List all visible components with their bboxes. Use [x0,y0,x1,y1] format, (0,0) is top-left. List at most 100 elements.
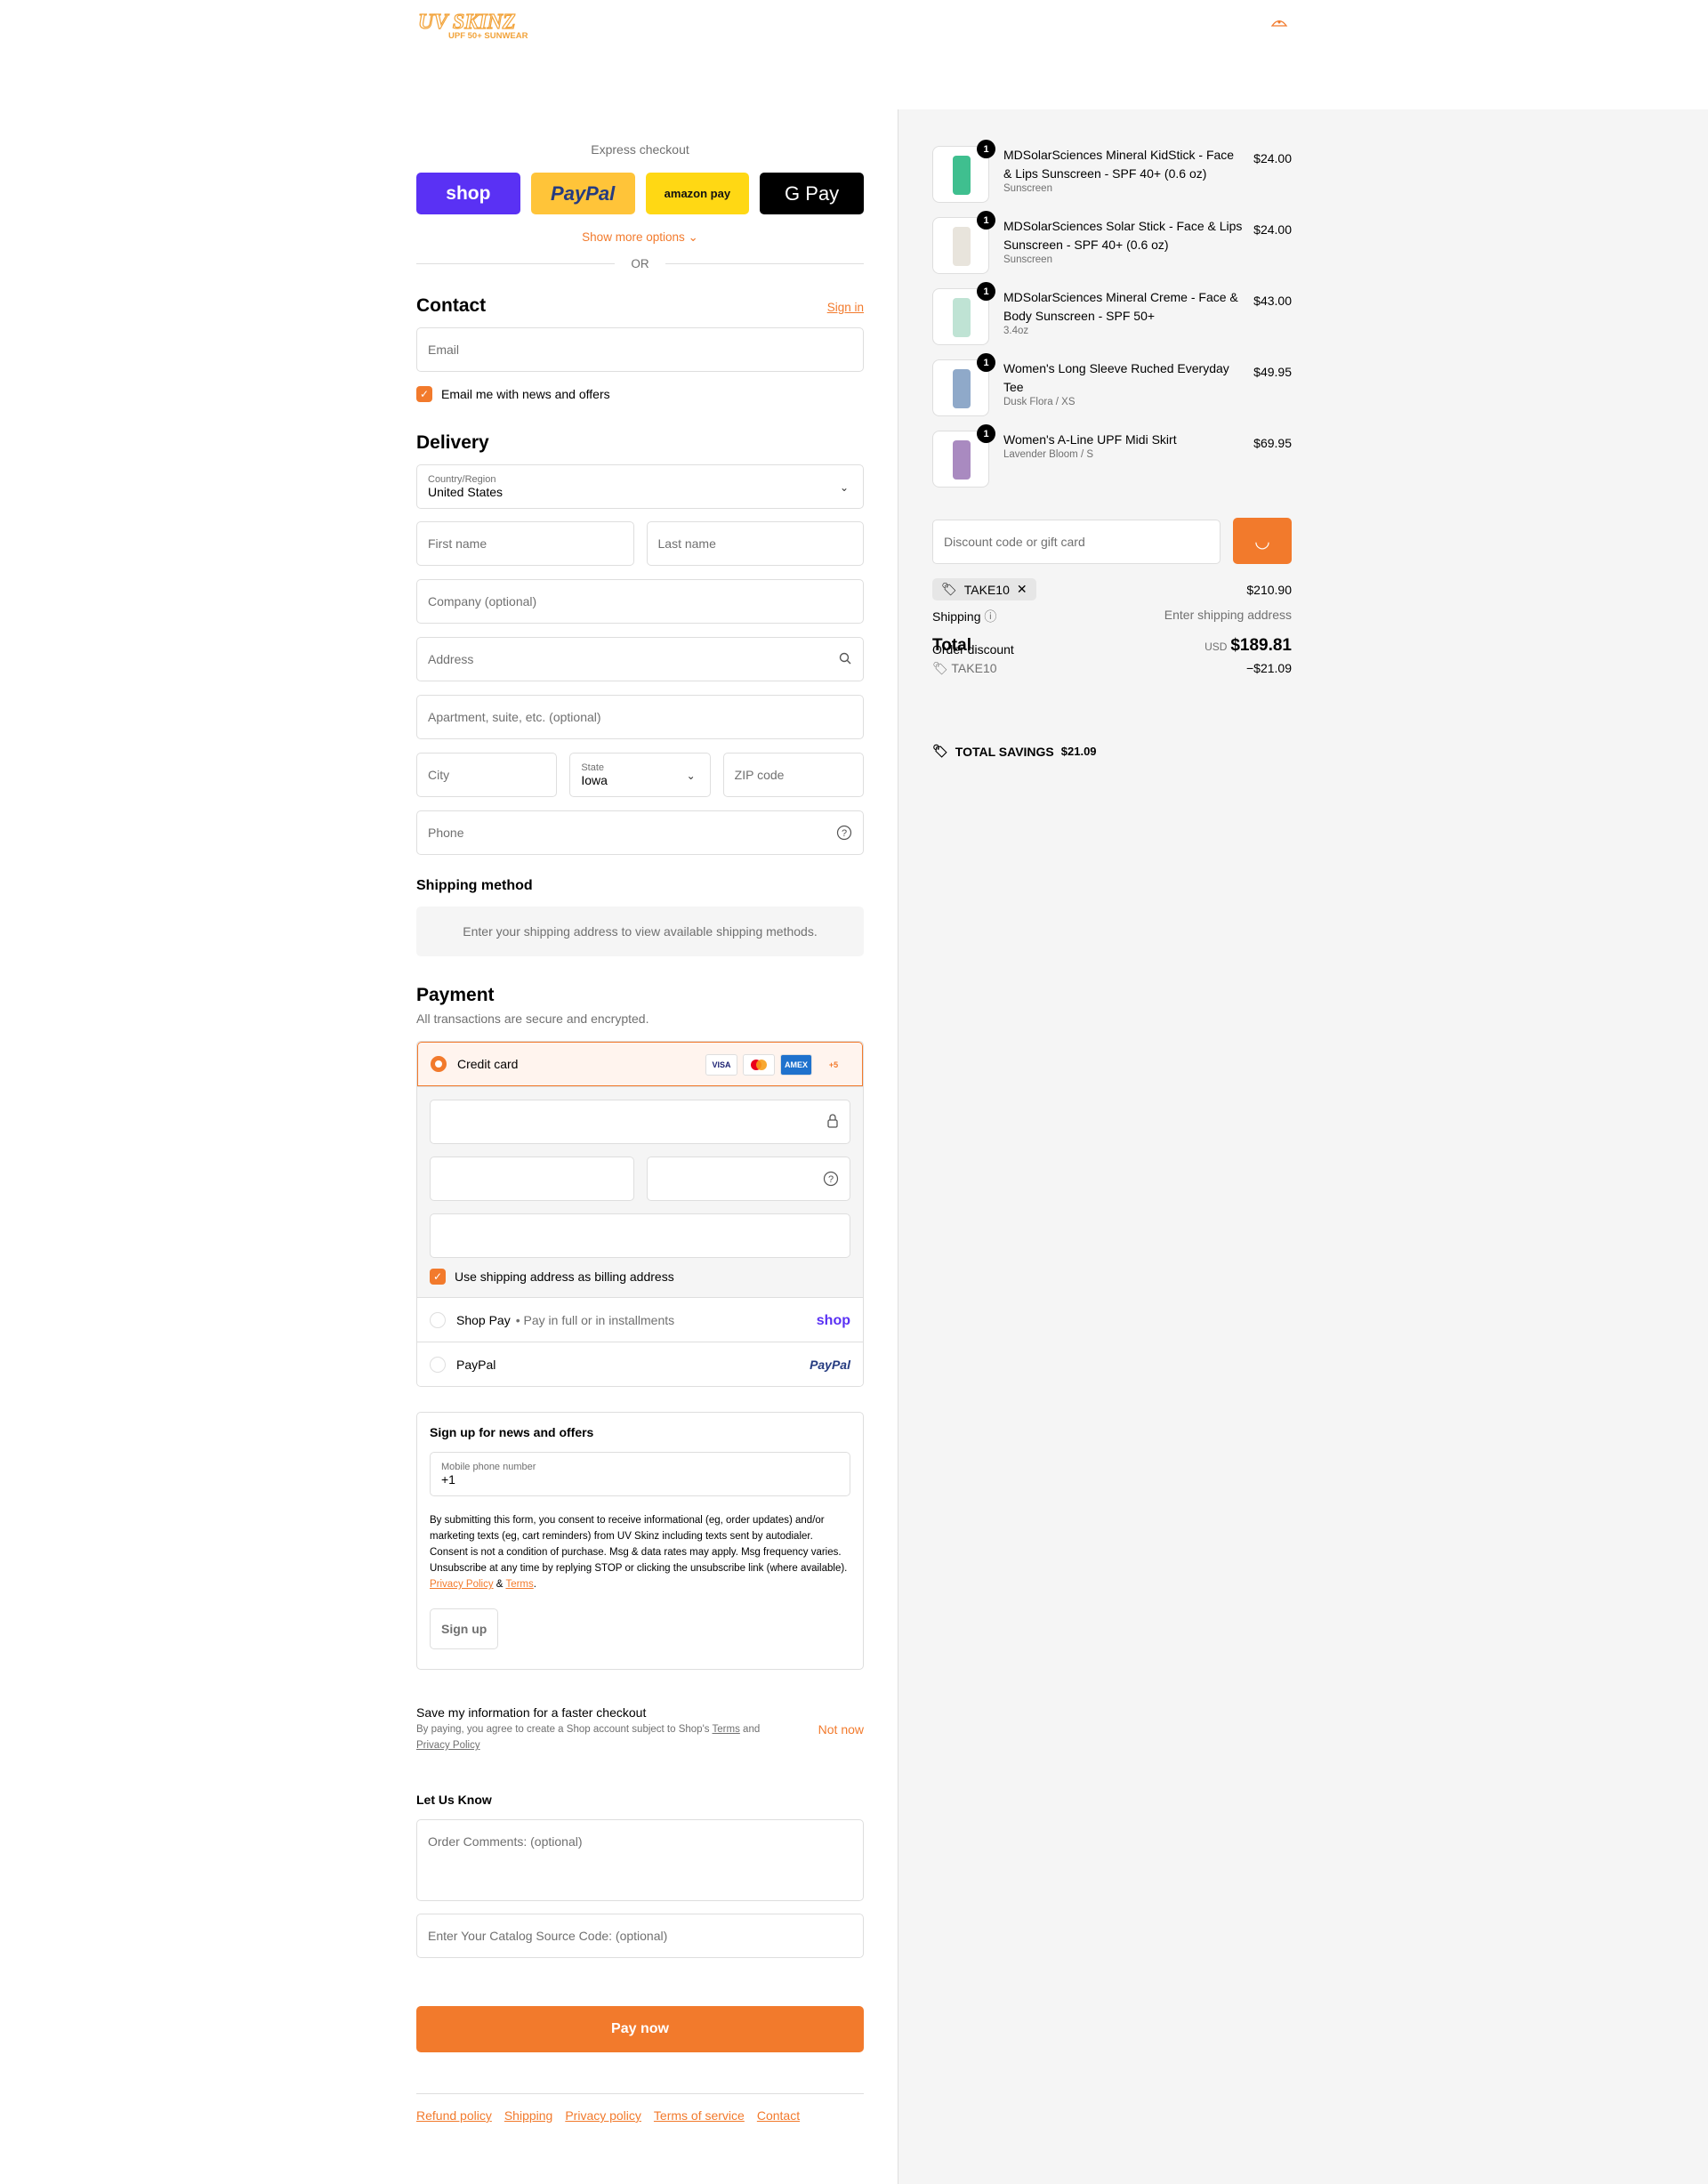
paypal-label: PayPal [456,1357,496,1372]
shipping-method-heading: Shipping method [416,878,533,893]
address-field[interactable]: Address [416,637,864,681]
discount-code-row: 🏷 TAKE10 −$21.09 [932,661,1292,676]
help-icon[interactable]: ? [836,825,852,843]
product-thumbnail: 1 [932,353,995,416]
terms-link[interactable]: Terms [505,1579,533,1590]
catalog-code-field[interactable]: Enter Your Catalog Source Code: (optiona… [416,1914,864,1958]
store-logo[interactable]: UV SKINZ UPF 50+ SUNWEAR [416,9,559,41]
newsletter-checkbox[interactable]: ✓ [416,386,432,402]
not-now-button[interactable]: Not now [818,1722,864,1737]
shop-pay-button[interactable]: shop [416,173,520,214]
state-select[interactable]: State Iowa ⌄ [569,753,711,797]
last-name-field[interactable]: Last name [646,521,864,566]
zip-field[interactable]: ZIP code [722,753,864,797]
shop-terms-link[interactable]: Terms [713,1724,740,1735]
zip-placeholder: ZIP code [734,768,785,782]
item-info: Women's A-Line UPF Midi Skirt Lavender Bl… [1003,431,1244,502]
help-icon[interactable]: ⓘ [984,609,996,624]
express-buttons: shop PayPal amazon pay G Pay [416,173,864,214]
name-on-card-field[interactable] [430,1213,850,1258]
show-more-options-link[interactable]: Show more options ⌄ [416,230,864,245]
billing-same-checkbox[interactable]: ✓ [430,1269,446,1285]
billing-same-label: Use shipping address as billing address [455,1269,674,1284]
company-placeholder: Company (optional) [428,594,537,608]
lock-icon [826,1113,839,1132]
save-info-title: Save my information for a faster checkou… [416,1705,647,1720]
sign-in-link[interactable]: Sign in [827,301,864,314]
shop-pay-radio[interactable] [430,1311,446,1328]
subtotal-value: $210.90 [1246,582,1292,597]
credit-card-radio[interactable] [431,1056,447,1072]
item-name: MDSolarSciences Mineral Creme - Face & B… [1003,290,1238,323]
shop-pay-option[interactable]: Shop Pay • Pay in full or in installment… [417,1297,863,1342]
phone-placeholder: Phone [428,826,464,840]
period-text: . [533,1579,536,1590]
item-variant: Lavender Bloom / S [1003,449,1094,460]
country-label: Country/Region [428,474,496,485]
amazon-pay-button[interactable]: amazon pay [645,173,750,214]
sign-up-button[interactable]: Sign up [430,1608,499,1649]
first-name-placeholder: First name [428,536,487,551]
country-value: United States [428,485,504,499]
sms-signup-box: Sign up for news and offers Mobile phone… [416,1412,864,1670]
apply-discount-button[interactable]: ◡ [1233,518,1292,564]
first-name-field[interactable]: First name [416,521,634,566]
sms-fine-print: By submitting this form, you consent to … [430,1515,848,1574]
mobile-phone-field[interactable]: Mobile phone number +1 [430,1452,850,1496]
payment-subtitle: All transactions are secure and encrypte… [416,1011,649,1026]
total-savings-label: TOTAL SAVINGS [955,744,1054,759]
credit-card-form: ? ✓ Use shipping address as billing addr… [417,1086,863,1297]
billing-same-row[interactable]: ✓ Use shipping address as billing addres… [430,1269,850,1285]
cart-item: 1 Women's Long Sleeve Ruched Everyday Tee… [932,353,1292,431]
cart-item: 1 Women's A-Line UPF Midi Skirt Lavender B… [932,424,1292,502]
expiration-field[interactable] [430,1156,634,1201]
newsletter-checkbox-row[interactable]: ✓ Email me with news and offers [416,386,864,402]
privacy-policy-footer-link[interactable]: Privacy policy [565,2108,641,2123]
cart-items: 1 MDSolarSciences Mineral KidStick - Face… [932,140,1292,502]
refund-policy-link[interactable]: Refund policy [416,2108,492,2123]
phone-field[interactable]: Phone ? [416,810,864,855]
item-price: $69.95 [1253,436,1292,450]
item-name: Women's A-Line UPF Midi Skirt [1003,432,1177,447]
google-pay-button[interactable]: G Pay [760,173,864,214]
paypal-option[interactable]: PayPal PayPal [417,1342,863,1386]
paypal-radio[interactable] [430,1356,446,1373]
apartment-field[interactable]: Apartment, suite, etc. (optional) [416,695,864,739]
product-thumbnail: 1 [932,211,995,274]
shop-privacy-link[interactable]: Privacy Policy [416,1740,480,1751]
save-info-sub-prefix: By paying, you agree to create a Shop ac… [416,1724,710,1735]
express-checkout-title: Express checkout [591,142,689,157]
close-icon[interactable]: ✕ [1017,582,1027,597]
svg-text:?: ? [828,1174,834,1185]
contact-heading: Contact [416,295,487,316]
city-field[interactable]: City [416,753,558,797]
security-code-field[interactable]: ? [646,1156,850,1201]
discount-code-field[interactable]: Discount code or gift card [932,520,1221,564]
credit-card-option[interactable]: Credit card VISA AMEX +5 [417,1042,863,1086]
contact-header: Contact Sign in [416,295,864,317]
mastercard-icon [743,1054,775,1076]
total-row: Total Order discount USD $189.81 [932,636,1292,657]
company-field[interactable]: Company (optional) [416,579,864,624]
state-label: State [581,762,605,773]
email-field[interactable]: Email [416,327,864,372]
item-variant: Dusk Flora / XS [1003,397,1076,407]
help-icon[interactable]: ? [823,1171,839,1189]
amp-text: & [495,1579,504,1590]
terms-of-service-link[interactable]: Terms of service [654,2108,745,2123]
order-comments-field[interactable]: Order Comments: (optional) [416,1819,864,1901]
contact-link[interactable]: Contact [757,2108,800,2123]
card-number-field[interactable] [430,1100,850,1144]
pay-now-button[interactable]: Pay now [416,2006,864,2052]
cart-item: 1 MDSolarSciences Solar Stick - Face & Li… [932,211,1292,288]
country-select[interactable]: Country/Region United States ⌄ [416,464,864,509]
shipping-link[interactable]: Shipping [504,2108,553,2123]
item-variant: Sunscreen [1003,254,1052,265]
applied-discount-tag[interactable]: 🏷 TAKE10 ✕ [932,578,1036,600]
quantity-badge: 1 [977,211,995,230]
bag-icon[interactable] [1270,16,1288,31]
shipping-value: Enter shipping address [1164,608,1292,622]
privacy-policy-link[interactable]: Privacy Policy [430,1579,494,1590]
paypal-button[interactable]: PayPal [530,173,635,214]
apartment-placeholder: Apartment, suite, etc. (optional) [428,710,601,724]
